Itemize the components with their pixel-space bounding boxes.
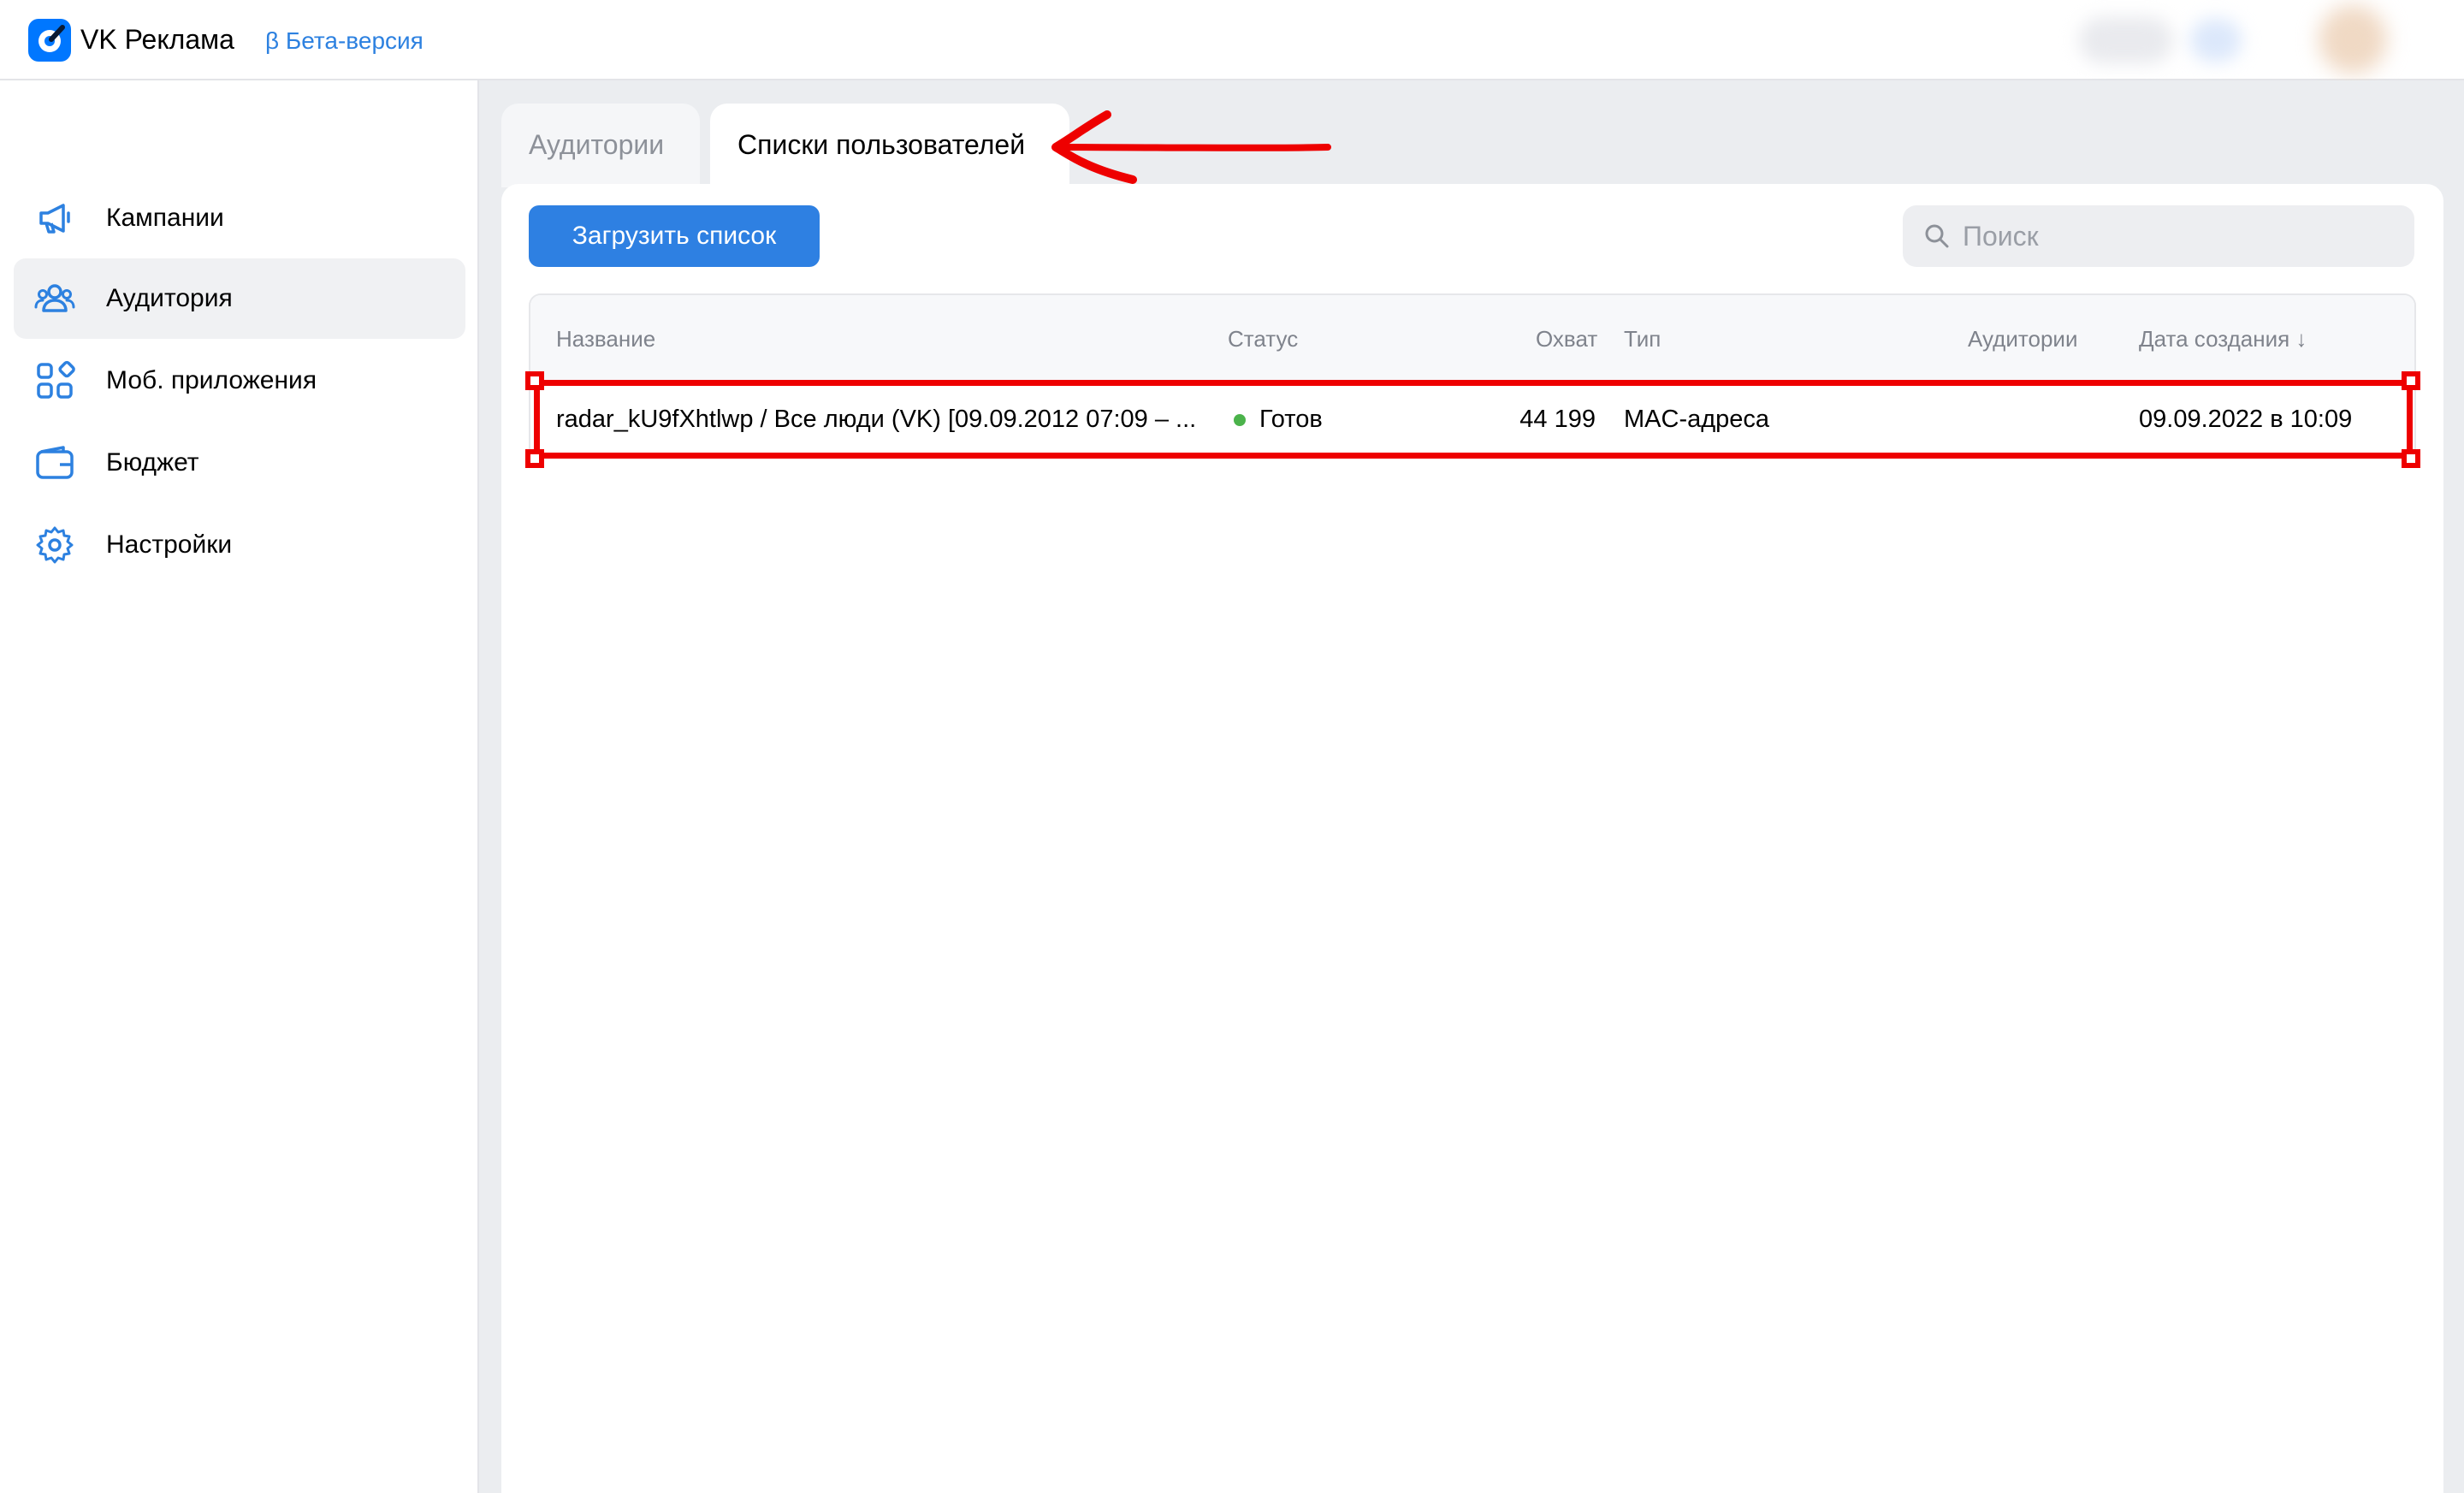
vk-ads-logo-icon[interactable] (28, 19, 71, 62)
sidebar-item-label: Аудитория (106, 284, 233, 312)
selection-handle (2402, 449, 2420, 468)
red-arrow-annotation-icon (1051, 110, 1331, 184)
sidebar-item-budget[interactable]: Бюджет (14, 423, 465, 503)
tab-label: Аудитории (529, 129, 665, 160)
beta-badge[interactable]: β Бета-версия (265, 24, 424, 58)
wallet-icon (36, 446, 74, 479)
brand-name[interactable]: VK Реклама (80, 21, 234, 58)
sidebar-item-label: Настройки (106, 530, 233, 559)
column-header-name[interactable]: Название (556, 323, 655, 354)
selection-handle (525, 371, 544, 390)
search-icon (1925, 224, 1949, 248)
column-header-status[interactable]: Статус (1228, 323, 1298, 354)
sidebar-item-audience[interactable]: Аудитория (14, 258, 465, 339)
search-input[interactable] (1963, 216, 2390, 257)
selection-handle (525, 449, 544, 468)
table-header: Название Статус Охват Тип Аудитории Дата… (530, 295, 2414, 382)
sidebar-item-label: Моб. приложения (106, 366, 317, 394)
sidebar-item-label: Бюджет (106, 448, 199, 477)
search-box[interactable] (1903, 205, 2414, 267)
sidebar: Кампании Аудитория Моб. приложения Бюдже… (0, 80, 479, 1493)
sidebar-item-label: Кампании (106, 204, 224, 232)
column-header-type[interactable]: Тип (1624, 323, 1661, 354)
apps-grid-icon (37, 360, 75, 399)
tab-audiences[interactable]: Аудитории (501, 104, 700, 187)
avatar[interactable] (2319, 5, 2387, 74)
gear-icon (36, 526, 74, 564)
row-highlight-annotation (534, 380, 2413, 459)
sidebar-item-campaigns[interactable]: Кампании (14, 178, 465, 258)
column-header-audiences[interactable]: Аудитории (1968, 323, 2077, 354)
tab-user-lists[interactable]: Списки пользователей (710, 104, 1069, 187)
sidebar-item-mobile-apps[interactable]: Моб. приложения (14, 341, 465, 421)
megaphone-icon (39, 204, 70, 234)
tab-label: Списки пользователей (737, 129, 1026, 160)
column-header-reach[interactable]: Охват (1536, 323, 1597, 354)
upload-list-button[interactable]: Загрузить список (529, 205, 820, 267)
sidebar-item-settings[interactable]: Настройки (14, 505, 465, 585)
upload-list-label: Загрузить список (572, 222, 777, 250)
notification-blurred[interactable] (2190, 19, 2242, 62)
selection-handle (2402, 371, 2420, 390)
column-header-created-date[interactable]: Дата создания ↓ (2139, 323, 2307, 354)
top-header: VK Реклама β Бета-версия (0, 0, 2464, 80)
account-balance-blurred[interactable] (2079, 17, 2173, 63)
users-icon (34, 284, 75, 312)
